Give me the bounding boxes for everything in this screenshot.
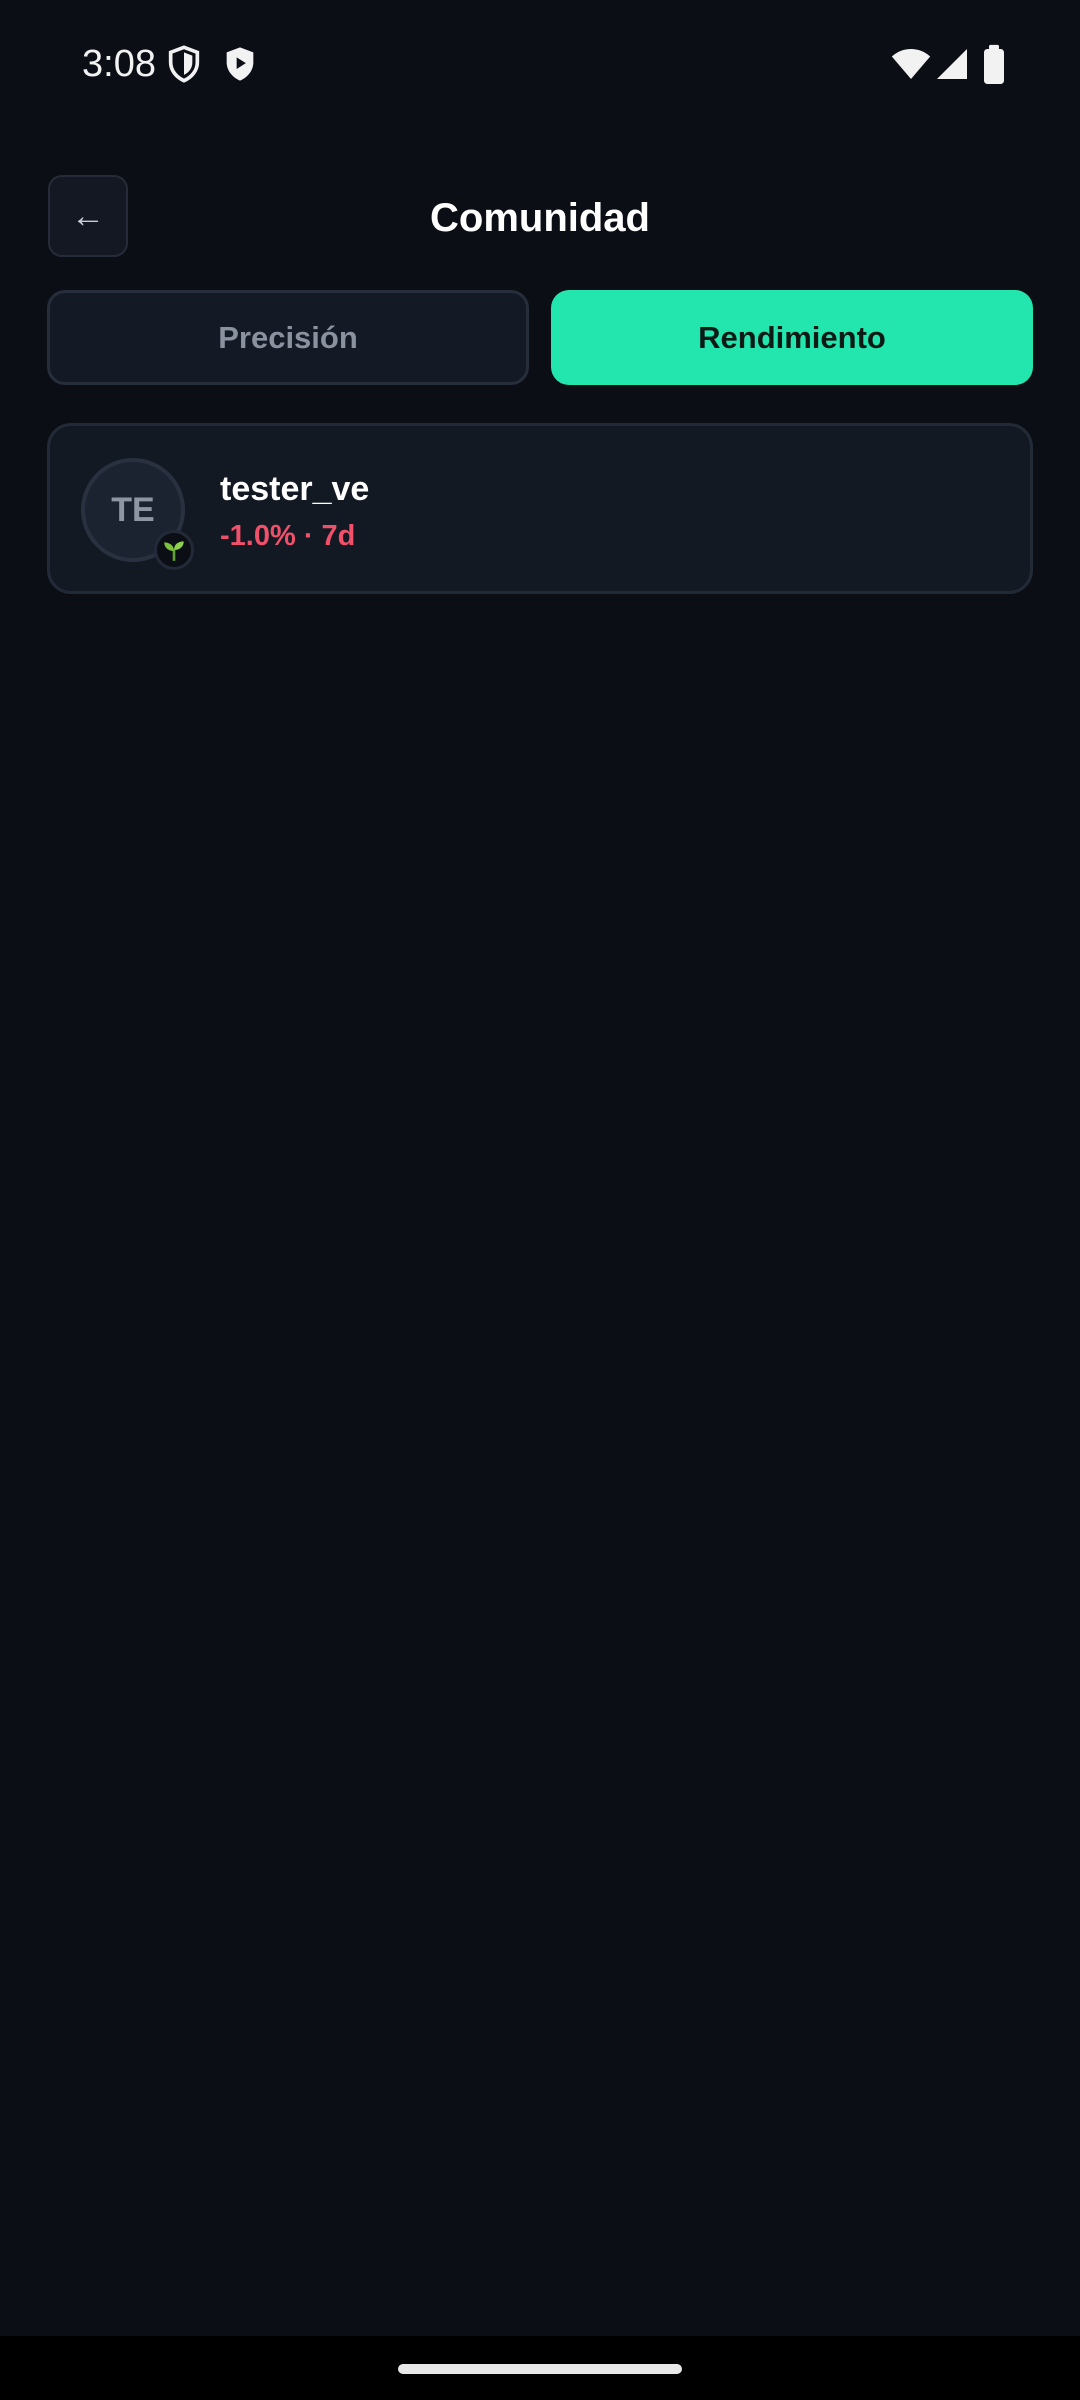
home-indicator[interactable] bbox=[398, 2364, 682, 2374]
username: tester_ve bbox=[220, 470, 370, 508]
wifi-icon bbox=[891, 49, 931, 79]
status-bar: 3:08 bbox=[0, 0, 1080, 128]
performance-stats: -1.0% · 7d bbox=[220, 520, 356, 552]
tab-performance[interactable]: Rendimiento bbox=[551, 290, 1033, 385]
play-shield-icon bbox=[226, 47, 254, 81]
list-item[interactable]: TE tester_ve -1.0% · 7d bbox=[47, 423, 1033, 594]
tab-label: Precisión bbox=[218, 319, 358, 355]
status-time: 3:08 bbox=[82, 43, 156, 85]
level-badge bbox=[154, 530, 194, 570]
avatar-initials: TE bbox=[111, 490, 155, 529]
system-nav-bar bbox=[0, 2336, 1080, 2400]
shield-outline-icon bbox=[168, 45, 200, 83]
page-title: Comunidad bbox=[430, 196, 650, 240]
battery-icon bbox=[984, 44, 1004, 84]
signal-icon bbox=[937, 49, 967, 79]
sprout-icon bbox=[164, 541, 184, 561]
tab-label: Rendimiento bbox=[698, 319, 886, 355]
tab-precision[interactable]: Precisión bbox=[47, 290, 529, 385]
